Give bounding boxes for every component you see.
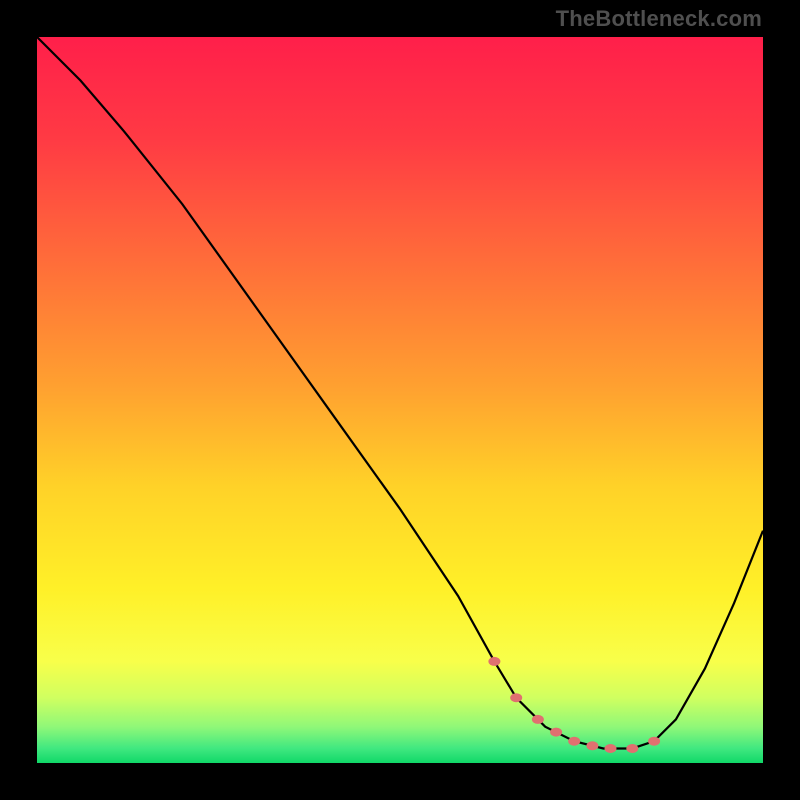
valley-marker (648, 737, 660, 746)
plot-area (37, 37, 763, 763)
chart-frame: TheBottleneck.com (0, 0, 800, 800)
valley-marker (532, 715, 544, 724)
valley-marker (488, 657, 500, 666)
valley-marker (568, 737, 580, 746)
valley-marker (586, 741, 598, 750)
bottleneck-curve (37, 37, 763, 763)
valley-marker (605, 744, 617, 753)
source-credit: TheBottleneck.com (556, 6, 762, 32)
valley-marker (626, 744, 638, 753)
valley-marker (550, 728, 562, 737)
valley-marker (510, 693, 522, 702)
